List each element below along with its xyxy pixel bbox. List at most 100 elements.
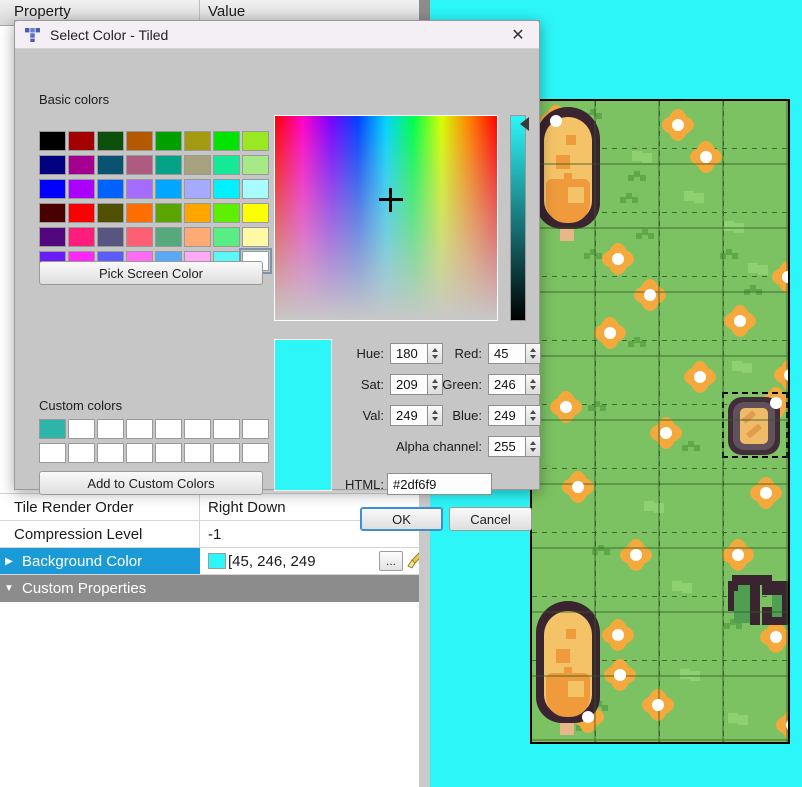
table-row-custom-properties[interactable]: ▼ Custom Properties — [0, 575, 430, 602]
custom-color-swatch[interactable] — [184, 419, 211, 439]
basic-color-swatch[interactable] — [213, 155, 240, 175]
custom-color-swatch[interactable] — [97, 443, 124, 463]
value-slider[interactable] — [510, 115, 526, 321]
basic-color-swatch[interactable] — [126, 131, 153, 151]
basic-color-swatch[interactable] — [97, 131, 124, 151]
custom-color-swatch[interactable] — [39, 443, 66, 463]
green-input[interactable]: 246 — [488, 374, 526, 395]
html-field[interactable]: HTML: #2df6f9 — [387, 473, 492, 495]
basic-color-swatch[interactable] — [39, 227, 66, 247]
color-swatch-icon[interactable] — [208, 553, 226, 569]
alpha-input[interactable]: 255 — [488, 436, 526, 457]
custom-color-swatch[interactable] — [68, 443, 95, 463]
custom-color-swatch[interactable] — [242, 443, 269, 463]
saturation-value-gradient[interactable] — [274, 115, 498, 321]
custom-color-swatch[interactable] — [68, 419, 95, 439]
expand-arrow-icon[interactable]: ▶ — [4, 556, 14, 567]
basic-color-swatch[interactable] — [97, 227, 124, 247]
basic-color-swatch[interactable] — [184, 227, 211, 247]
alpha-spinner[interactable] — [526, 436, 541, 457]
cancel-button[interactable]: Cancel — [449, 507, 532, 531]
basic-color-swatch[interactable] — [184, 155, 211, 175]
grass-tuft — [684, 191, 702, 203]
custom-color-swatch[interactable] — [126, 443, 153, 463]
basic-color-swatch[interactable] — [155, 131, 182, 151]
basic-color-swatch[interactable] — [242, 179, 269, 199]
basic-color-swatch[interactable] — [242, 227, 269, 247]
custom-color-swatch[interactable] — [126, 419, 153, 439]
basic-color-swatch[interactable] — [242, 131, 269, 151]
tile-map[interactable] — [530, 99, 790, 744]
basic-color-swatch[interactable] — [155, 227, 182, 247]
alpha-field[interactable]: Alpha channel: 255 — [488, 436, 526, 457]
gradient-surface[interactable] — [275, 116, 497, 320]
basic-color-swatch[interactable] — [155, 203, 182, 223]
basic-color-swatch[interactable] — [184, 179, 211, 199]
val-field[interactable]: Val: 249 — [390, 405, 428, 426]
basic-color-swatch[interactable] — [68, 131, 95, 151]
basic-color-swatch[interactable] — [68, 227, 95, 247]
basic-color-swatch[interactable] — [126, 179, 153, 199]
basic-color-swatch[interactable] — [213, 131, 240, 151]
basic-color-swatch[interactable] — [68, 179, 95, 199]
basic-color-swatch[interactable] — [68, 203, 95, 223]
blue-spinner[interactable] — [526, 405, 541, 426]
custom-color-swatch[interactable] — [39, 419, 66, 439]
custom-color-swatch[interactable] — [97, 419, 124, 439]
blue-input[interactable]: 249 — [488, 405, 526, 426]
hue-input[interactable]: 180 — [390, 343, 428, 364]
color-picker-button[interactable]: ... — [379, 551, 403, 571]
custom-color-swatch[interactable] — [213, 419, 240, 439]
basic-color-swatch[interactable] — [155, 179, 182, 199]
selected-tile[interactable] — [723, 393, 787, 457]
custom-color-swatch[interactable] — [155, 419, 182, 439]
custom-color-swatch[interactable] — [155, 443, 182, 463]
val-spinner[interactable] — [428, 405, 443, 426]
sat-field[interactable]: Sat: 209 — [390, 374, 428, 395]
ok-button[interactable]: OK — [360, 507, 443, 531]
close-icon[interactable]: ✕ — [501, 22, 535, 48]
custom-color-swatch[interactable] — [213, 443, 240, 463]
basic-color-swatch[interactable] — [184, 203, 211, 223]
basic-color-swatch[interactable] — [242, 203, 269, 223]
value-slider-handle-icon[interactable] — [520, 117, 529, 131]
basic-color-swatch[interactable] — [126, 155, 153, 175]
dialog-titlebar[interactable]: Select Color - Tiled ✕ — [15, 21, 539, 49]
sat-spinner[interactable] — [428, 374, 443, 395]
basic-color-swatch[interactable] — [39, 203, 66, 223]
custom-color-swatch[interactable] — [242, 419, 269, 439]
basic-color-swatch[interactable] — [39, 155, 66, 175]
add-to-custom-colors-button[interactable]: Add to Custom Colors — [39, 471, 263, 495]
basic-color-swatch[interactable] — [68, 155, 95, 175]
hue-spinner[interactable] — [428, 343, 443, 364]
property-value-editor[interactable]: [45, 246, 249 ... — [200, 548, 430, 574]
hue-field[interactable]: Hue: 180 — [390, 343, 428, 364]
basic-color-swatch[interactable] — [213, 203, 240, 223]
basic-color-swatch[interactable] — [155, 155, 182, 175]
pick-screen-color-button[interactable]: Pick Screen Color — [39, 261, 263, 285]
basic-color-swatch[interactable] — [97, 179, 124, 199]
red-input[interactable]: 45 — [488, 343, 526, 364]
basic-color-swatch[interactable] — [126, 227, 153, 247]
blue-field[interactable]: Blue: 249 — [488, 405, 526, 426]
green-field[interactable]: Green: 246 — [488, 374, 526, 395]
basic-color-swatch[interactable] — [184, 131, 211, 151]
collapse-arrow-icon[interactable]: ▼ — [4, 583, 14, 594]
red-field[interactable]: Red: 45 — [488, 343, 526, 364]
basic-color-swatch[interactable] — [213, 227, 240, 247]
val-input[interactable]: 249 — [390, 405, 428, 426]
red-spinner[interactable] — [526, 343, 541, 364]
html-input[interactable]: #2df6f9 — [387, 473, 492, 495]
basic-color-swatch[interactable] — [242, 155, 269, 175]
gradient-crosshair-icon[interactable] — [379, 188, 403, 212]
table-row-background-color[interactable]: ▶ Background Color [45, 246, 249 ... — [0, 548, 430, 575]
basic-color-swatch[interactable] — [97, 203, 124, 223]
basic-color-swatch[interactable] — [213, 179, 240, 199]
basic-color-swatch[interactable] — [126, 203, 153, 223]
sat-input[interactable]: 209 — [390, 374, 428, 395]
basic-color-swatch[interactable] — [39, 179, 66, 199]
basic-color-swatch[interactable] — [39, 131, 66, 151]
custom-color-swatch[interactable] — [184, 443, 211, 463]
basic-color-swatch[interactable] — [97, 155, 124, 175]
green-spinner[interactable] — [526, 374, 541, 395]
